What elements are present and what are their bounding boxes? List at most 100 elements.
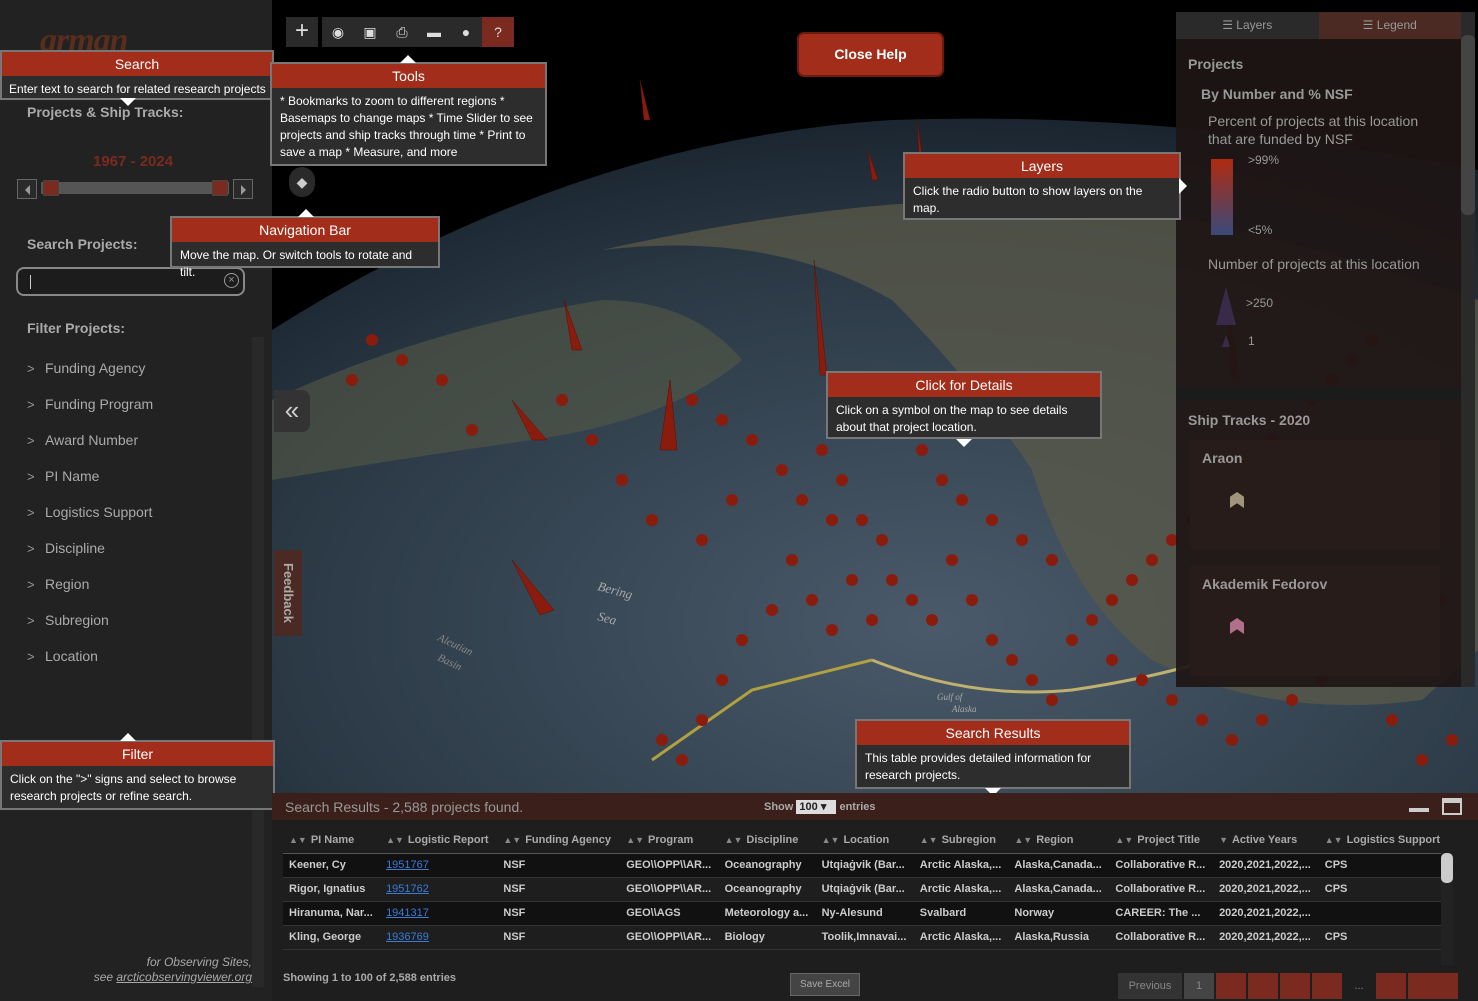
section-divider [1176,387,1461,401]
close-help-button[interactable]: Close Help [797,32,944,77]
report-link[interactable]: 1936769 [386,931,429,943]
pointer-down-icon [120,98,136,114]
report-link[interactable]: 1951767 [386,859,429,871]
print-icon[interactable]: ⎙ [386,17,418,47]
table-row[interactable]: Rigor, Ignatius 1951762 NSF GEO\\OPP\\AR...… [283,877,1450,902]
ship-card-akademik-fedorov[interactable]: Akademik Fedorov [1190,566,1440,676]
column-header-active-years[interactable]: ▼ Active Years [1213,827,1319,854]
table-row[interactable]: Keener, Cy 1951767 NSF GEO\\OPP\\AR... Ocean… [283,853,1450,878]
slider-end-handle[interactable] [212,180,228,196]
sort-icon: ▲▼ [821,834,840,845]
gulf-label: Gulf of [937,692,964,702]
pagination: Previous 1 2 3 4 5 ... 26 Next [1118,973,1458,999]
results-table: ▲▼ PI Name ▲▼ Logistic Report ▲▼ Funding Ag… [283,827,1450,950]
column-header-region[interactable]: ▲▼ Region [1008,827,1110,854]
previous-page-button[interactable]: Previous [1118,973,1182,999]
column-header-project-title[interactable]: ▲▼ Project Title [1109,827,1214,854]
slider-start-handle[interactable] [43,180,59,196]
tab-legend[interactable]: ☰ Legend [1318,12,1461,39]
filter-item[interactable]: > Subregion [27,602,153,638]
save-excel-button[interactable]: Save Excel [790,973,860,996]
filter-item[interactable]: > Location [27,638,153,674]
next-page-button[interactable]: Next [1408,973,1458,999]
percent-color-ramp [1211,159,1233,235]
feedback-tab[interactable]: Feedback [274,550,302,636]
page-button[interactable]: 3 [1248,973,1278,999]
slider-back-button[interactable] [17,179,37,199]
sort-icon: ▲▼ [1115,834,1134,845]
number-description: Number of projects at this location [1208,256,1420,272]
pct-high-label: >99% [1248,153,1280,167]
time-slider[interactable] [17,179,253,199]
column-header-location[interactable]: ▲▼ Location [815,827,914,854]
sort-icon: ▲▼ [724,834,743,845]
minimize-icon[interactable] [1409,808,1429,812]
compass-icon[interactable]: ◆ [289,167,315,197]
column-header-subregion[interactable]: ▲▼ Subregion [913,827,1009,854]
maximize-icon[interactable] [1442,798,1462,815]
ship-card-araon[interactable]: Araon [1190,440,1440,550]
results-scrollbar[interactable] [1441,853,1453,965]
column-header-funding-agency[interactable]: ▲▼ Funding Agency [497,827,621,854]
pointer-right-icon [1179,178,1195,194]
pointer-down-icon [956,439,972,455]
pointer-up-icon [400,47,416,63]
help-icon[interactable]: ? [482,17,514,47]
sidebar-footer: for Observing Sites, see arcticobserving… [93,955,252,984]
page-button[interactable]: 26 [1376,973,1406,999]
filter-item[interactable]: > Region [27,566,153,602]
help-callout-layers: Layers Click the radio button to show la… [903,152,1187,220]
column-header-logistic-report[interactable]: ▲▼ Logistic Report [380,827,498,854]
page-button[interactable]: 4 [1280,973,1310,999]
filter-item[interactable]: > Award Number [27,422,153,458]
filter-item[interactable]: > Discipline [27,530,153,566]
report-link[interactable]: 1941317 [386,907,429,919]
report-link[interactable]: 1951762 [386,883,429,895]
table-row[interactable]: Hiranuma, Nar... 1941317 NSF GEO\\AGS Meteor… [283,901,1450,926]
filter-item[interactable]: > Funding Program [27,386,153,422]
page-button[interactable]: 1 [1184,973,1214,999]
page-ellipsis: ... [1354,980,1364,992]
sort-icon: ▲▼ [626,834,645,845]
layer-panel-scrollbar[interactable] [1461,35,1475,215]
filter-item[interactable]: > PI Name [27,458,153,494]
slider-track[interactable] [41,182,229,194]
num-low-label: 1 [1248,334,1255,348]
slider-forward-button[interactable] [233,179,253,199]
globe-icon[interactable]: ◉ [322,17,354,47]
small-marker-icon [1222,335,1230,347]
search-results-panel: Search Results - 2,588 projects found. S… [272,793,1478,1001]
column-header-program[interactable]: ▲▼ Program [620,827,719,854]
tab-layers[interactable]: ☰ Layers [1176,12,1319,39]
help-callout-tools: Tools * Bookmarks to zoom to different r… [270,55,547,166]
zoom-in-button[interactable]: + [286,17,318,47]
sort-icon: ▲▼ [386,834,404,845]
help-callout-navigation: Navigation Bar Move the map. Or switch t… [170,209,440,279]
page-button[interactable]: 5 [1312,973,1342,999]
page-button[interactable]: 2 [1216,973,1246,999]
observing-viewer-link[interactable]: arcticobservingviewer.org [116,970,252,984]
collapse-sidebar-button[interactable]: « [274,390,310,432]
ship-icon [1230,492,1244,508]
measure-icon[interactable]: ▬ [418,17,450,47]
filter-item[interactable]: > Funding Agency [27,350,153,386]
table-row[interactable]: Kling, George 1936769 NSF GEO\\OPP\\AR... Bi… [283,925,1450,950]
sort-icon: ▲▼ [503,834,522,845]
projects-heading: Projects [1188,56,1244,72]
column-header-logistics-support[interactable]: ▲▼ Logistics Support [1318,827,1450,854]
layer-panel: ☰ Layers ☰ Legend Projects By Number and… [1176,12,1461,687]
percent-description: Percent of projects at this location tha… [1208,113,1419,147]
bookmark-pin-icon[interactable]: ● [450,17,482,47]
by-number-heading: By Number and % NSF [1201,86,1353,102]
basemap-icon[interactable]: ▣ [354,17,386,47]
filter-list: > Funding Agency > Funding Program > Award … [27,350,153,674]
sidebar-scrollbar[interactable] [252,337,264,987]
filter-item[interactable]: > Logistics Support [27,494,153,530]
column-header-discipline[interactable]: ▲▼ Discipline [718,827,816,854]
page-length-select[interactable]: 100 ▾ [796,800,837,814]
tracks-heading: Projects & Ship Tracks: [27,104,184,120]
column-header-pi-name[interactable]: ▲▼ PI Name [283,827,381,854]
alaska-label: Alaska [951,704,977,714]
sort-icon: ▲▼ [919,834,938,845]
scroll-thumb[interactable] [1441,853,1453,883]
